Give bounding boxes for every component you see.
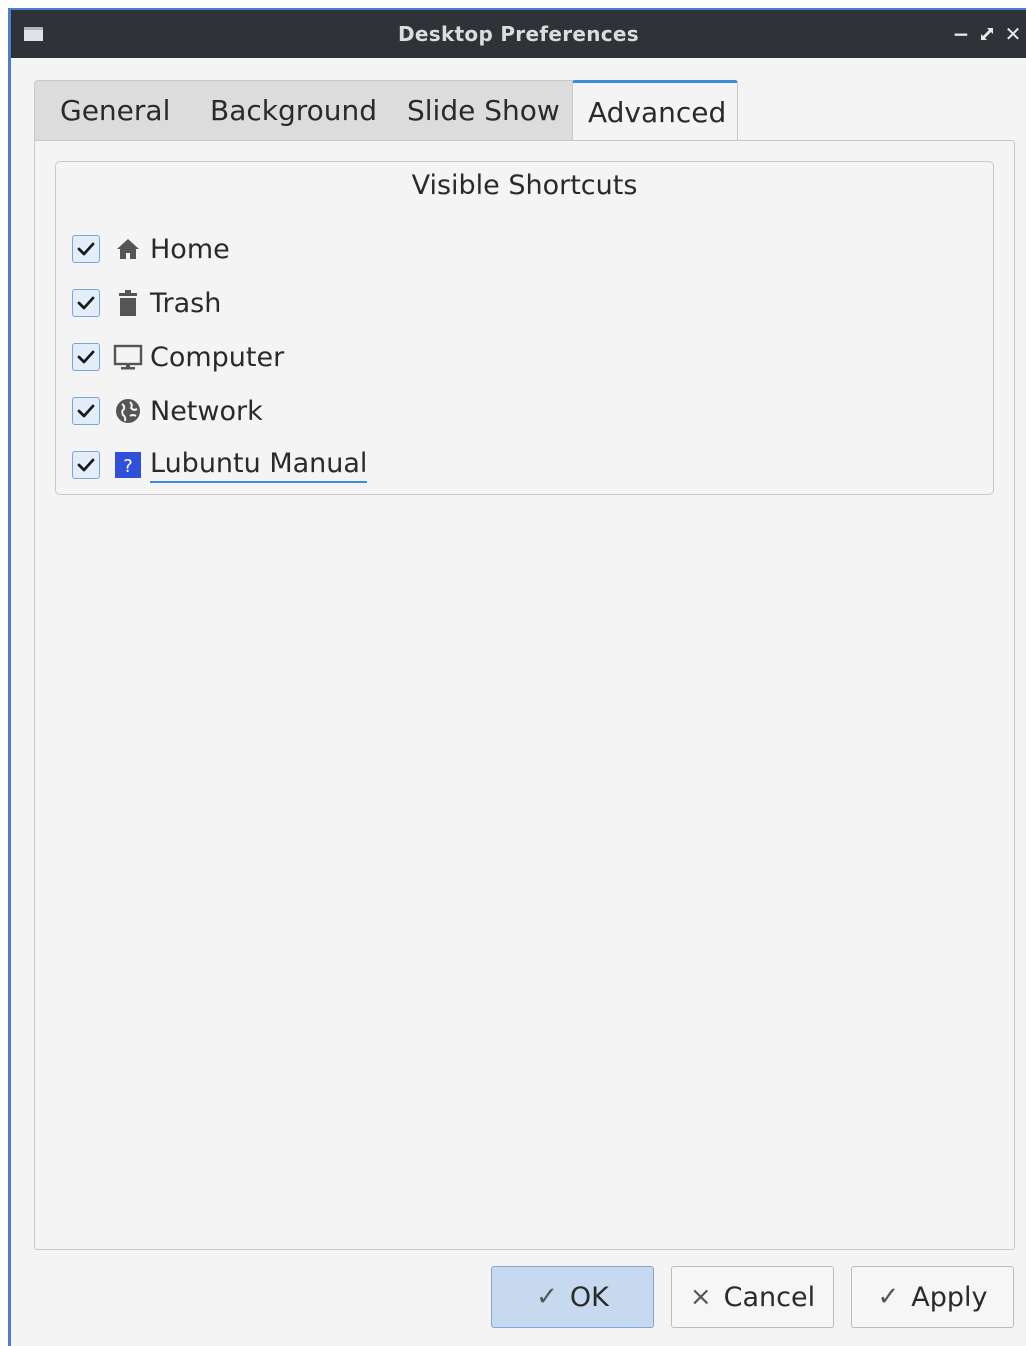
cancel-button[interactable]: × Cancel [671,1266,834,1328]
trash-icon [112,287,144,319]
group-title: Visible Shortcuts [411,170,638,201]
visible-shortcuts-group: Visible Shortcuts Home Trash Computer Ne… [55,161,994,495]
computer-checkbox[interactable] [72,343,100,371]
cancel-button-label: Cancel [723,1281,816,1313]
svg-text:?: ? [123,456,133,477]
checkmark-icon [77,242,95,256]
title-bar[interactable]: Desktop Preferences − ✕ [11,10,1026,58]
shortcut-item-trash[interactable]: Trash [72,276,367,330]
shortcut-label-trash[interactable]: Trash [150,288,221,319]
shortcut-label-lubuntu-manual[interactable]: Lubuntu Manual [150,447,368,483]
maximize-button[interactable] [974,18,1000,50]
shortcut-item-computer[interactable]: Computer [72,330,367,384]
window-title: Desktop Preferences [398,22,639,46]
cancel-icon: × [689,1282,712,1312]
tab-background[interactable]: Background [194,80,389,140]
apply-button[interactable]: ✓ Apply [851,1266,1014,1328]
tab-slide-show[interactable]: Slide Show [389,80,572,140]
tab-advanced[interactable]: Advanced [572,80,738,142]
window-controls: − ✕ [948,18,1026,50]
maximize-icon [981,28,993,40]
checkmark-icon [77,350,95,364]
shortcut-item-lubuntu-manual[interactable]: ? Lubuntu Manual [72,438,368,492]
ok-button-label: OK [569,1281,609,1313]
apply-button-label: Apply [911,1281,988,1313]
home-icon [112,233,144,265]
shortcut-label-computer[interactable]: Computer [150,342,284,373]
ok-button[interactable]: ✓ OK [491,1266,654,1328]
checkmark-icon: ✓ [877,1282,900,1312]
minimize-button[interactable]: − [948,18,974,50]
shortcut-item-network[interactable]: Network [72,384,367,438]
advanced-tab-panel: Visible Shortcuts Home Trash Computer Ne… [34,140,1015,1250]
shortcut-label-network[interactable]: Network [150,396,263,427]
tab-general[interactable]: General [34,80,194,140]
checkmark-icon: ✓ [536,1282,558,1312]
trash-checkbox[interactable] [72,289,100,317]
shortcut-item-home[interactable]: Home [72,222,367,276]
help-icon: ? [112,449,144,481]
shortcut-label-home[interactable]: Home [150,234,230,265]
dialog-buttons: ✓ OK × Cancel ✓ Apply [474,1266,1014,1328]
computer-icon [112,341,144,373]
close-button[interactable]: ✕ [1000,18,1026,50]
checkmark-icon [77,458,95,472]
home-checkbox[interactable] [72,235,100,263]
checkmark-icon [77,296,95,310]
network-icon [112,395,144,427]
tabs: General Background Slide Show Advanced [34,80,738,142]
desktop-preferences-window: Desktop Preferences − ✕ General Backgrou… [8,8,1026,1346]
lubuntu-manual-checkbox[interactable] [72,451,100,479]
checkmark-icon [77,404,95,418]
network-checkbox[interactable] [72,397,100,425]
shortcut-list: Home Trash Computer Network ? Lubuntu Ma… [72,222,368,492]
